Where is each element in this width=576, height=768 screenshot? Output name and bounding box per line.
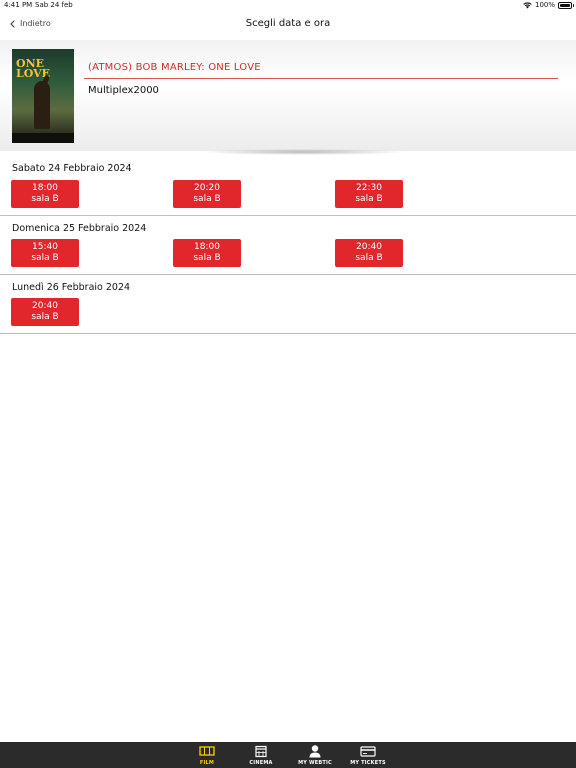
day-section: Lunedì 26 Febbraio 2024 20:40 sala B bbox=[0, 275, 576, 334]
status-bar: 4:41 PM Sab 24 feb 100% bbox=[0, 0, 576, 12]
showtime-time: 15:40 bbox=[32, 242, 58, 252]
showtime-room: sala B bbox=[31, 312, 59, 322]
title-divider bbox=[84, 78, 558, 79]
movie-poster[interactable]: ONE LOVE bbox=[12, 49, 74, 143]
showtime-time: 18:00 bbox=[194, 242, 220, 252]
showtime-button[interactable]: 20:40 sala B bbox=[11, 298, 79, 326]
poster-figure bbox=[34, 81, 50, 129]
battery-icon bbox=[558, 1, 574, 9]
user-icon bbox=[309, 745, 321, 758]
showtime-room: sala B bbox=[31, 253, 59, 263]
showtime-time: 20:40 bbox=[32, 301, 58, 311]
status-indicators: 100% bbox=[523, 1, 574, 9]
day-section: Domenica 25 Febbraio 2024 15:40 sala B 1… bbox=[0, 216, 576, 275]
page-title: Scegli data e ora bbox=[245, 18, 331, 29]
showtime-time: 20:40 bbox=[356, 242, 382, 252]
wifi-icon bbox=[523, 1, 532, 8]
day-label: Domenica 25 Febbraio 2024 bbox=[12, 223, 147, 234]
showtime-button[interactable]: 18:00 sala B bbox=[11, 180, 79, 208]
tab-label: MY WEBTIC bbox=[298, 760, 332, 766]
day-label: Lunedì 26 Febbraio 2024 bbox=[12, 282, 131, 293]
poster-footer bbox=[12, 133, 74, 143]
status-date: Sab 24 feb bbox=[35, 1, 73, 9]
tab-label: CINEMA bbox=[249, 760, 273, 766]
showtime-room: sala B bbox=[31, 194, 59, 204]
tab-film[interactable]: FILM bbox=[182, 744, 232, 766]
calendar-icon bbox=[255, 745, 267, 758]
tab-label: MY TICKETS bbox=[350, 760, 386, 766]
movie-title: (ATMOS) BOB MARLEY: ONE LOVE bbox=[88, 62, 261, 73]
battery-percent: 100% bbox=[534, 1, 555, 9]
cinema-name: Multiplex2000 bbox=[88, 85, 159, 96]
tab-my-tickets[interactable]: MY TICKETS bbox=[343, 744, 393, 766]
tab-label: FILM bbox=[199, 760, 215, 766]
film-icon bbox=[199, 746, 215, 756]
showtime-button[interactable]: 18:00 sala B bbox=[173, 239, 241, 267]
tab-bar: FILM CINEMA MY WEBTIC MY TICKETS bbox=[0, 742, 576, 768]
showtime-button[interactable]: 20:40 sala B bbox=[335, 239, 403, 267]
ticket-icon bbox=[360, 746, 376, 757]
showtime-room: sala B bbox=[355, 253, 383, 263]
day-label: Sabato 24 Febbraio 2024 bbox=[12, 163, 132, 174]
showtime-button[interactable]: 15:40 sala B bbox=[11, 239, 79, 267]
nav-bar: Indietro Scegli data e ora bbox=[0, 12, 576, 40]
showtime-button[interactable]: 22:30 sala B bbox=[335, 180, 403, 208]
status-time: 4:41 PM bbox=[4, 1, 33, 9]
showtime-time: 18:00 bbox=[32, 183, 58, 193]
showtime-room: sala B bbox=[355, 194, 383, 204]
showtime-time: 20:20 bbox=[194, 183, 220, 193]
tab-my-webtic[interactable]: MY WEBTIC bbox=[290, 744, 340, 766]
showtime-room: sala B bbox=[193, 253, 221, 263]
day-section: Sabato 24 Febbraio 2024 18:00 sala B 20:… bbox=[0, 152, 576, 216]
tab-cinema[interactable]: CINEMA bbox=[236, 744, 286, 766]
showtime-button[interactable]: 20:20 sala B bbox=[173, 180, 241, 208]
showtime-time: 22:30 bbox=[356, 183, 382, 193]
showtime-room: sala B bbox=[193, 194, 221, 204]
movie-header: ONE LOVE (ATMOS) BOB MARLEY: ONE LOVE Mu… bbox=[0, 40, 576, 155]
